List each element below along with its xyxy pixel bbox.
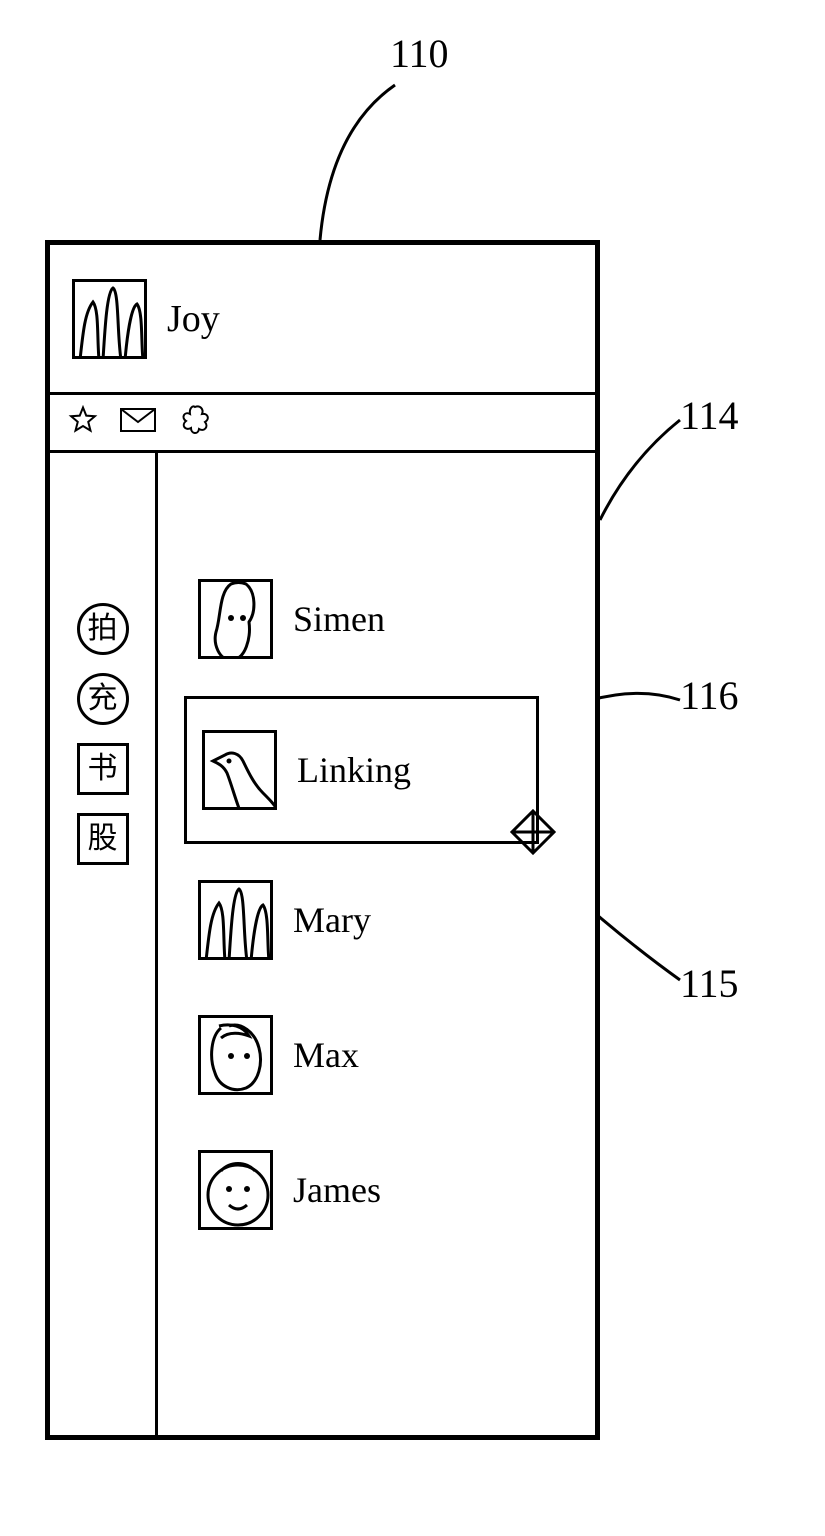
callout-114: 114 bbox=[680, 392, 739, 439]
sidebar-item-label: 股 bbox=[88, 824, 118, 854]
contact-avatar bbox=[198, 1150, 273, 1230]
sidebar-item-chong[interactable]: 充 bbox=[77, 673, 129, 725]
sidebar-item-shu[interactable]: 书 bbox=[77, 743, 129, 795]
contact-name: Max bbox=[293, 1034, 359, 1076]
user-name: Joy bbox=[167, 297, 220, 341]
contact-item-mary[interactable]: Mary bbox=[198, 872, 595, 967]
face-icon bbox=[201, 582, 273, 659]
mountains-icon bbox=[201, 883, 273, 960]
body: 拍 充 书 股 Simen bbox=[50, 453, 595, 1435]
contact-avatar bbox=[198, 880, 273, 960]
contact-name: Mary bbox=[293, 899, 371, 941]
sidebar-item-pai[interactable]: 拍 bbox=[77, 603, 129, 655]
contact-item-max[interactable]: Max bbox=[198, 1007, 595, 1102]
contact-avatar bbox=[198, 1015, 273, 1095]
face-icon bbox=[201, 1153, 273, 1230]
face-icon bbox=[201, 1018, 273, 1095]
sidebar-item-label: 拍 bbox=[88, 614, 118, 644]
bird-icon bbox=[205, 733, 277, 810]
contact-item-linking[interactable]: Linking bbox=[184, 696, 539, 844]
contact-list: Simen Linking bbox=[158, 453, 595, 1435]
flower-icon[interactable] bbox=[178, 403, 212, 442]
contact-item-simen[interactable]: Simen bbox=[198, 571, 595, 666]
contact-name: James bbox=[293, 1169, 381, 1211]
mountains-icon bbox=[75, 282, 147, 359]
contact-name: Linking bbox=[297, 749, 411, 791]
callout-116: 116 bbox=[680, 672, 739, 719]
sidebar-item-gu[interactable]: 股 bbox=[77, 813, 129, 865]
user-avatar[interactable] bbox=[72, 279, 147, 359]
star-icon[interactable] bbox=[68, 405, 98, 440]
contact-name: Simen bbox=[293, 598, 385, 640]
header: Joy bbox=[50, 245, 595, 395]
callout-115: 115 bbox=[680, 960, 739, 1007]
contact-item-james[interactable]: James bbox=[198, 1142, 595, 1237]
contact-avatar bbox=[198, 579, 273, 659]
toolbar bbox=[50, 395, 595, 453]
cursor-icon bbox=[510, 809, 556, 855]
callout-110: 110 bbox=[390, 30, 449, 77]
sidebar-item-label: 书 bbox=[88, 754, 118, 784]
sidebar: 拍 充 书 股 bbox=[50, 453, 158, 1435]
mail-icon[interactable] bbox=[120, 408, 156, 437]
contact-avatar bbox=[202, 730, 277, 810]
app-window: Joy 拍 充 书 股 bbox=[45, 240, 600, 1440]
sidebar-item-label: 充 bbox=[88, 684, 118, 714]
